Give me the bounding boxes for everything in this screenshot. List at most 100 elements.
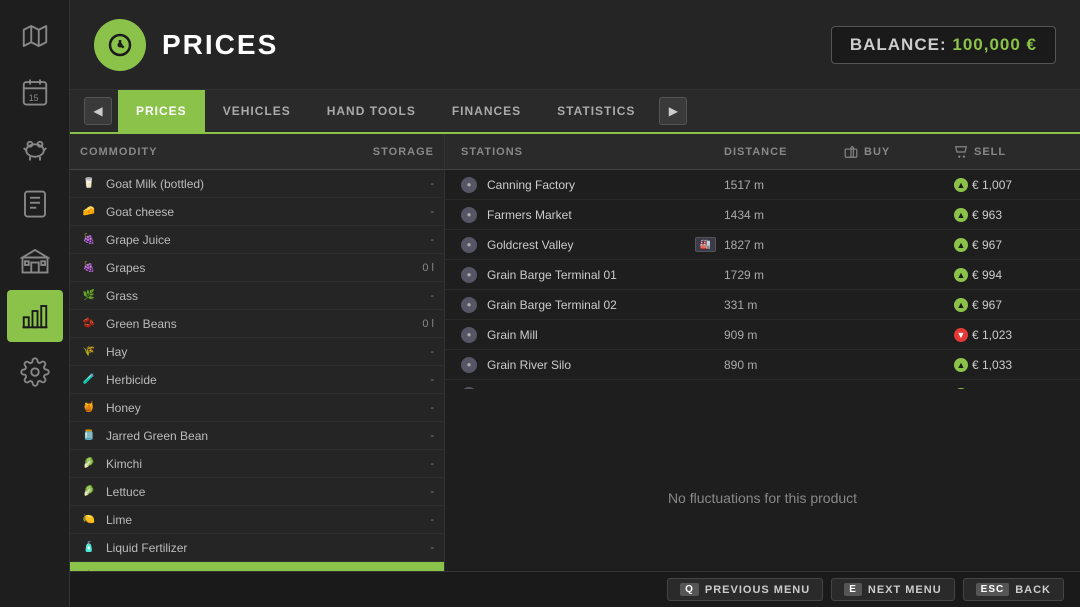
commodity-table-header: COMMODITY STORAGE xyxy=(70,134,444,170)
station-name: Grain Mill xyxy=(487,328,716,342)
station-row[interactable]: ● Oil Mill 1833 m ▲ € 983 xyxy=(445,380,1080,389)
commodity-storage: - xyxy=(384,514,434,526)
station-distance: 1729 m xyxy=(724,268,844,282)
station-distance: 331 m xyxy=(724,298,844,312)
nav-prev-arrow[interactable]: ◀ xyxy=(84,97,112,125)
commodity-row[interactable]: 🌾 Hay - xyxy=(70,338,444,366)
bottom-btn-label: NEXT MENU xyxy=(868,584,942,596)
station-row[interactable]: ● Grain Barge Terminal 01 1729 m ▲ € 994 xyxy=(445,260,1080,290)
tab-hand-tools[interactable]: HAND TOOLS xyxy=(309,90,434,134)
main-area: PRICES BALANCE: 100,000 € ◀ PRICES VEHIC… xyxy=(70,0,1080,607)
bottom-bar-button[interactable]: ESCBACK xyxy=(963,578,1064,601)
price-indicator: ▲ xyxy=(954,358,968,372)
tab-vehicles[interactable]: VEHICLES xyxy=(205,90,309,134)
commodity-row[interactable]: 🥬 Kimchi - xyxy=(70,450,444,478)
sidebar-item-production[interactable] xyxy=(7,234,63,286)
commodity-icon: 🧴 xyxy=(80,539,98,557)
storage-col-header: STORAGE xyxy=(364,146,434,158)
commodity-row[interactable]: 🥬 Lettuce - xyxy=(70,478,444,506)
sidebar: 15 xyxy=(0,0,70,607)
station-sell: ▲ € 1,033 xyxy=(954,358,1064,372)
commodity-name: Hay xyxy=(106,345,384,359)
commodity-row[interactable]: 🧴 Liquid Fertilizer - xyxy=(70,534,444,562)
station-row[interactable]: ● Goldcrest Valley 🏭 1827 m ▲ € 967 xyxy=(445,230,1080,260)
station-distance: 1827 m xyxy=(724,238,844,252)
station-sell: ▲ € 963 xyxy=(954,208,1064,222)
distance-col-header: DISTANCE xyxy=(724,146,844,158)
commodity-row[interactable]: 🍯 Honey - xyxy=(70,394,444,422)
station-row[interactable]: ● Grain River Silo 890 m ▲ € 1,033 xyxy=(445,350,1080,380)
key-badge: Q xyxy=(680,583,699,596)
commodity-row[interactable]: 🫙 Jarred Green Bean - xyxy=(70,422,444,450)
commodity-row[interactable]: 🌿 Grass - xyxy=(70,282,444,310)
bottom-btn-label: PREVIOUS MENU xyxy=(705,584,810,596)
station-sell: ▲ € 994 xyxy=(954,268,1064,282)
commodity-storage: 0 l xyxy=(384,318,434,330)
commodity-row[interactable]: 🫘 Green Beans 0 l xyxy=(70,310,444,338)
nav-tabs: ◀ PRICES VEHICLES HAND TOOLS FINANCES ST… xyxy=(70,90,1080,134)
station-name: Goldcrest Valley xyxy=(487,238,695,252)
station-row[interactable]: ● Farmers Market 1434 m ▲ € 963 xyxy=(445,200,1080,230)
station-icon: ● xyxy=(461,297,477,313)
price-indicator: ▲ xyxy=(954,238,968,252)
right-panel: STATIONS DISTANCE BUY SELL ● Canning Fac… xyxy=(445,134,1080,607)
commodity-row[interactable]: 🍋 Lime - xyxy=(70,506,444,534)
commodity-name: Grapes xyxy=(106,261,384,275)
commodity-row[interactable]: 🍇 Grapes 0 l xyxy=(70,254,444,282)
tab-statistics[interactable]: STATISTICS xyxy=(539,90,653,134)
bottom-bar-button[interactable]: ENEXT MENU xyxy=(831,578,954,601)
station-name: Farmers Market xyxy=(487,208,716,222)
commodity-icon: 🥬 xyxy=(80,483,98,501)
price-indicator: ▲ xyxy=(954,298,968,312)
commodity-name: Grape Juice xyxy=(106,233,384,247)
bottom-bar-button[interactable]: Q PREVIOUS MENU xyxy=(667,578,823,601)
commodity-name: Liquid Fertilizer xyxy=(106,541,384,555)
sidebar-item-contracts[interactable] xyxy=(7,178,63,230)
tab-finances[interactable]: FINANCES xyxy=(434,90,539,134)
station-icon: ● xyxy=(461,357,477,373)
nav-next-arrow[interactable]: ▶ xyxy=(659,97,687,125)
commodity-storage: - xyxy=(384,234,434,246)
commodity-storage: - xyxy=(384,430,434,442)
station-row[interactable]: ● Grain Barge Terminal 02 331 m ▲ € 967 xyxy=(445,290,1080,320)
station-name: Canning Factory xyxy=(487,178,716,192)
tab-prices[interactable]: PRICES xyxy=(118,90,205,134)
station-icon: ● xyxy=(461,177,477,193)
commodity-icon: 🍯 xyxy=(80,399,98,417)
commodity-storage: - xyxy=(384,374,434,386)
commodity-icon: 🌾 xyxy=(80,343,98,361)
commodity-name: Honey xyxy=(106,401,384,415)
balance-display: BALANCE: 100,000 € xyxy=(831,26,1056,64)
balance-label: BALANCE: xyxy=(850,35,947,54)
header-icon xyxy=(94,19,146,71)
commodity-storage: - xyxy=(384,542,434,554)
buy-col-header: BUY xyxy=(844,145,954,159)
commodity-row[interactable]: 🍇 Grape Juice - xyxy=(70,226,444,254)
station-icon: ● xyxy=(461,327,477,343)
commodity-row[interactable]: 🧪 Herbicide - xyxy=(70,366,444,394)
commodity-icon: 🧪 xyxy=(80,371,98,389)
station-badge: 🏭 xyxy=(695,237,716,252)
station-name: Grain Barge Terminal 01 xyxy=(487,268,716,282)
commodity-row[interactable]: 🧀 Goat cheese - xyxy=(70,198,444,226)
price-badge: ▲ € 994 xyxy=(954,268,1002,282)
price-badge: ▲ € 1,033 xyxy=(954,358,1012,372)
sidebar-item-statistics[interactable] xyxy=(7,290,63,342)
price-badge: ▲ € 967 xyxy=(954,298,1002,312)
station-sell: ▲ € 967 xyxy=(954,238,1064,252)
station-row[interactable]: ● Grain Mill 909 m ▼ € 1,023 xyxy=(445,320,1080,350)
commodity-storage: - xyxy=(384,290,434,302)
station-row[interactable]: ● Canning Factory 1517 m ▲ € 1,007 xyxy=(445,170,1080,200)
commodity-scroll[interactable]: 🥛 Goat Milk (bottled) - 🧀 Goat cheese - … xyxy=(70,170,444,607)
commodity-name: Jarred Green Bean xyxy=(106,429,384,443)
sidebar-item-calendar[interactable]: 15 xyxy=(7,66,63,118)
sidebar-item-settings[interactable] xyxy=(7,346,63,398)
sidebar-item-livestock[interactable] xyxy=(7,122,63,174)
commodity-row[interactable]: 🥛 Goat Milk (bottled) - xyxy=(70,170,444,198)
price-indicator: ▲ xyxy=(954,268,968,282)
commodity-name: Goat cheese xyxy=(106,205,384,219)
station-sell: ▼ € 1,023 xyxy=(954,328,1064,342)
station-name: Grain Barge Terminal 02 xyxy=(487,298,716,312)
commodity-list: COMMODITY STORAGE 🥛 Goat Milk (bottled) … xyxy=(70,134,445,607)
sidebar-item-map[interactable] xyxy=(7,10,63,62)
